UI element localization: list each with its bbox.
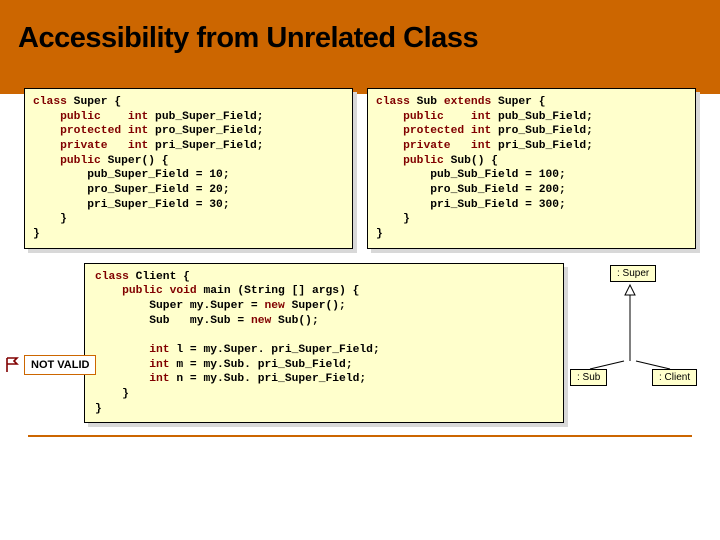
uml-diagram: : Super : Sub : Client	[570, 265, 700, 415]
header-band: Accessibility from Unrelated Class	[0, 0, 720, 94]
not-valid-callout: NOT VALID	[4, 355, 96, 375]
flag-icon	[4, 356, 22, 374]
code-box-client: class Client { public void main (String …	[84, 263, 564, 424]
page-title: Accessibility from Unrelated Class	[18, 8, 702, 55]
code-pair: class Super { public int pub_Super_Field…	[0, 88, 720, 249]
uml-connectors-icon	[570, 265, 700, 415]
not-valid-label: NOT VALID	[24, 355, 96, 375]
code-box-super: class Super { public int pub_Super_Field…	[24, 88, 353, 249]
client-area: class Client { public void main (String …	[24, 263, 696, 424]
code-box-sub: class Sub extends Super { public int pub…	[367, 88, 696, 249]
footer-rule	[28, 435, 692, 437]
